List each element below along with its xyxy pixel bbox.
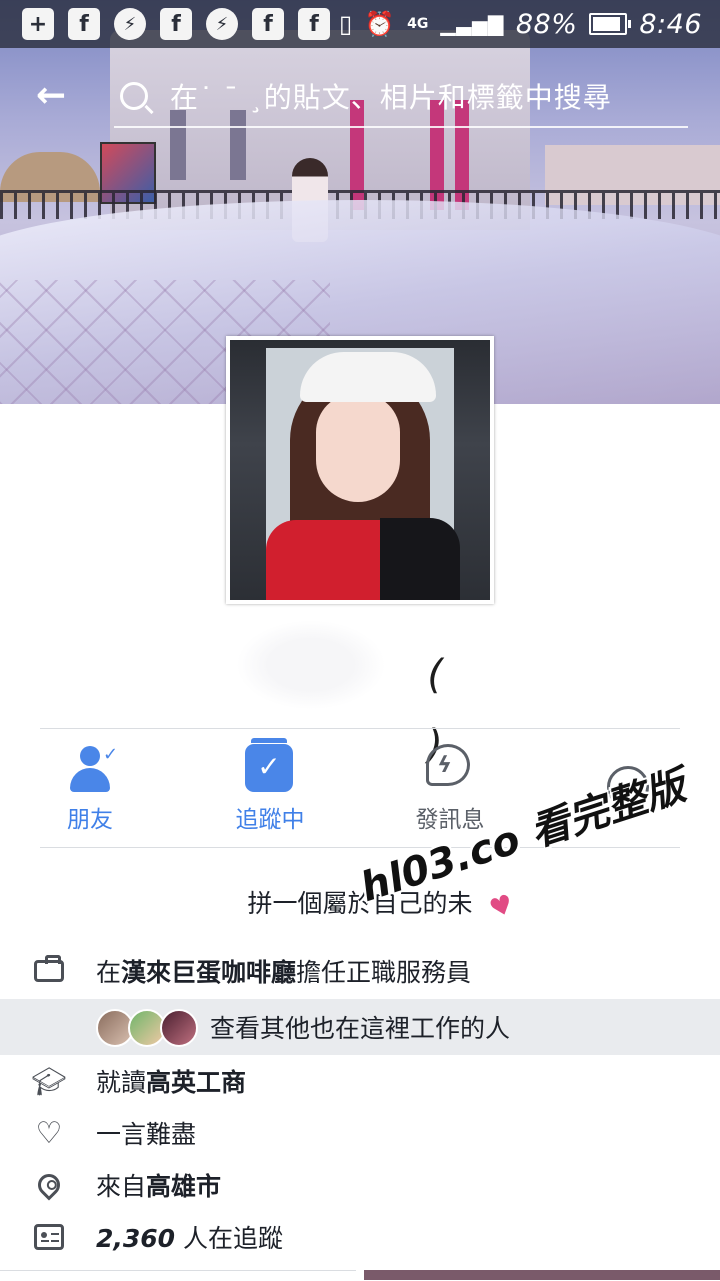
notification-icons: + f ⚡ f ⚡ f f	[0, 8, 330, 40]
back-arrow-icon[interactable]: ←	[36, 78, 76, 114]
battery-icon	[589, 13, 632, 35]
status-bar: + f ⚡ f ⚡ f f ▯ ⏰ 4G ▁▃▅▇ 88% 8:46	[0, 0, 720, 48]
friends-button[interactable]: ✓ 朋友	[20, 742, 160, 838]
school-text: 就讀高英工商	[96, 1068, 247, 1097]
coworker-avatars	[96, 1009, 198, 1047]
battery-percent: 88%	[515, 8, 578, 40]
vibrate-icon: ▯	[338, 10, 353, 38]
hometown-text: 來自高雄市	[96, 1172, 222, 1201]
facebook-icon: f	[252, 8, 284, 40]
facebook-icon: f	[68, 8, 100, 40]
following-button[interactable]: ✓ 追蹤中	[200, 738, 340, 838]
graduation-cap-icon: 🎓︎	[31, 1064, 67, 1098]
briefcase-icon	[32, 954, 66, 988]
hometown-name[interactable]: 高雄市	[146, 1172, 221, 1201]
divider	[40, 847, 680, 848]
messenger-icon: ϟ	[426, 744, 470, 786]
followers-row[interactable]: 2,360 人在追蹤	[0, 1210, 720, 1264]
location-pin-icon	[32, 1168, 66, 1202]
clock: 8:46	[639, 8, 702, 40]
avatar	[160, 1009, 198, 1047]
search-placeholder: 在˙ ¯ ¸的貼文、相片和標籤中搜尋	[170, 81, 612, 114]
hometown-row[interactable]: 來自高雄市	[0, 1158, 720, 1212]
messenger-icon: ⚡	[206, 8, 238, 40]
followers-count: 2,360	[96, 1224, 176, 1253]
divider	[40, 728, 680, 729]
photo-jacket	[380, 518, 460, 600]
feed-icon	[32, 1220, 66, 1254]
search-input[interactable]: 在˙ ¯ ¸的貼文、相片和標籤中搜尋	[114, 66, 688, 128]
photo-jacket	[266, 520, 384, 600]
battery-level	[593, 17, 620, 31]
signal-icon: ▁▃▅▇	[440, 12, 504, 36]
alarm-icon: ⏰	[364, 10, 396, 38]
friends-label: 朋友	[67, 807, 113, 833]
following-check-icon: ✓	[245, 738, 293, 792]
profile-name: ( )	[427, 652, 503, 768]
profile-photo	[230, 340, 490, 600]
work-text: 在漢來巨蛋咖啡廳擔任正職服務員	[96, 958, 472, 987]
search-icon	[120, 82, 148, 110]
photo-thumbnail[interactable]	[364, 1270, 720, 1280]
photo-face	[316, 394, 400, 502]
coworkers-text: 查看其他也在這裡工作的人	[210, 1014, 511, 1043]
friend-check-icon: ✓	[70, 744, 118, 792]
profile-picture[interactable]	[226, 336, 494, 604]
bio-text: 拼一個屬於自己的未	[247, 889, 473, 918]
messenger-icon: ⚡	[114, 8, 146, 40]
photo-thumbnail[interactable]	[0, 1270, 356, 1281]
relationship-row: ♡ 一言難盡	[0, 1106, 720, 1160]
coworkers-row[interactable]: 查看其他也在這裡工作的人	[0, 999, 720, 1055]
heart-outline-icon: ♡	[35, 1115, 63, 1151]
school-row[interactable]: 🎓︎ 就讀高英工商	[0, 1054, 720, 1108]
school-name[interactable]: 高英工商	[146, 1068, 246, 1097]
facebook-icon: f	[160, 8, 192, 40]
following-label: 追蹤中	[235, 807, 305, 833]
work-place[interactable]: 漢來巨蛋咖啡廳	[121, 958, 296, 987]
system-indicators: ▯ ⏰ 4G ▁▃▅▇ 88% 8:46	[339, 9, 720, 40]
facebook-icon: f	[298, 8, 330, 40]
work-row[interactable]: 在漢來巨蛋咖啡廳擔任正職服務員	[0, 944, 720, 998]
plus-icon: +	[22, 8, 54, 40]
photo-cap	[300, 352, 436, 402]
relationship-text: 一言難盡	[96, 1120, 197, 1149]
network-type: 4G	[407, 16, 429, 32]
followers-text: 2,360 人在追蹤	[96, 1224, 284, 1253]
